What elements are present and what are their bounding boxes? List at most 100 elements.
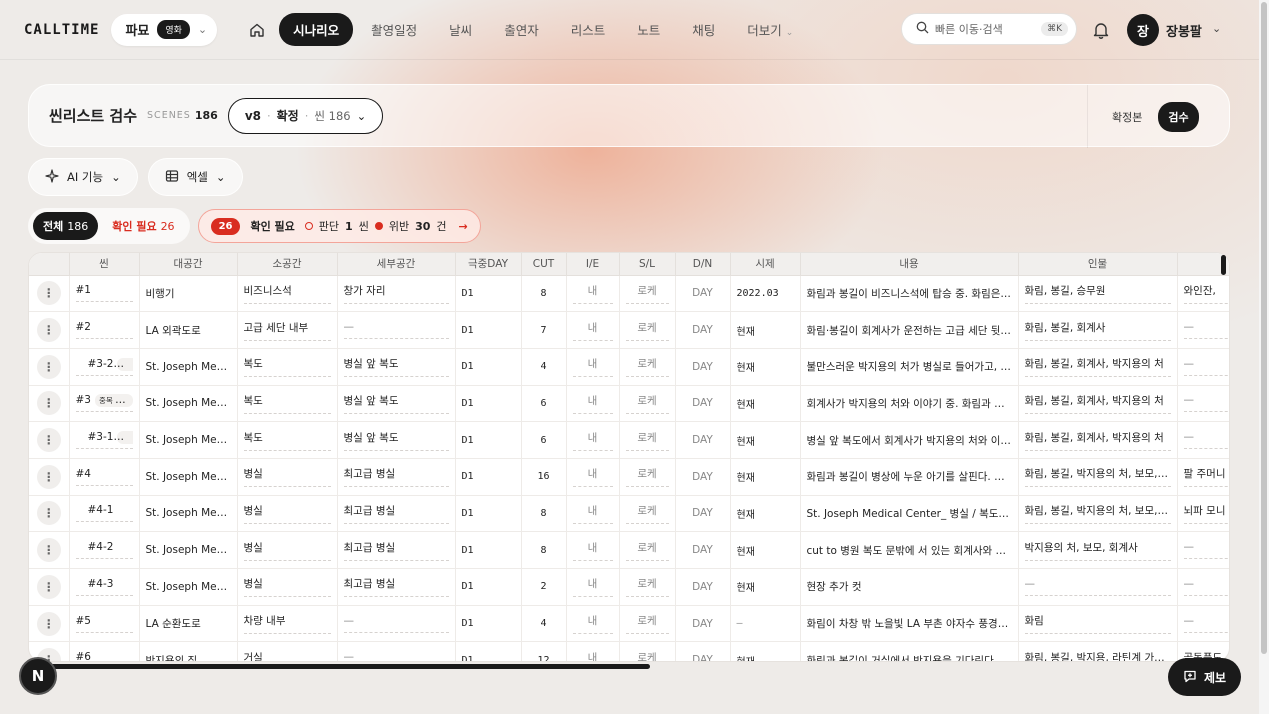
bell-icon[interactable] [1091, 20, 1111, 40]
cell-sl[interactable]: 로케 [619, 421, 676, 459]
cell-tense[interactable]: 현재 [730, 421, 801, 459]
cell-extra[interactable]: — [1177, 348, 1229, 386]
column-header[interactable]: 극중DAY [455, 253, 522, 276]
cell-story-day[interactable]: D1 [455, 348, 522, 386]
more-vertical-icon[interactable]: ⋮ [36, 391, 61, 416]
cell-small-space[interactable]: 차량 내부 [237, 605, 338, 643]
cell-dn[interactable]: DAY [675, 458, 731, 496]
cell-sl[interactable]: 로케 [619, 568, 676, 606]
cell-story-day[interactable]: D1 [455, 311, 522, 349]
cell-small-space[interactable]: 병실 [237, 458, 338, 496]
cell-small-space[interactable]: 복도 [237, 421, 338, 459]
cell-content[interactable]: 화림·봉길이 회계사가 운전하는 고급 세단 뒷… [800, 311, 1019, 349]
cell-ie[interactable]: 내 [566, 311, 620, 349]
cell-ie[interactable]: 내 [566, 421, 620, 459]
cell-dn[interactable]: DAY [675, 385, 731, 423]
cell-sl[interactable]: 로케 [619, 385, 676, 423]
nav-scenario[interactable]: 시나리오 [279, 13, 354, 46]
cell-ie[interactable]: 내 [566, 348, 620, 386]
cell-dn[interactable]: DAY [675, 348, 731, 386]
table-row[interactable]: ⋮ #1 비행기 비즈니스석 창가 자리 D1 8 내 로케 DAY 2022.03 화림과 봉길이 … [29, 275, 1229, 313]
cell-content[interactable]: 화림과 봉길이 거실에서 박지용을 기다린다. … [800, 641, 1019, 661]
cell-big-space[interactable]: St. Joseph Me… [139, 421, 238, 459]
nav-more[interactable]: 더보기 ⌄ [733, 13, 807, 46]
cell-cut[interactable]: 4 [521, 348, 567, 386]
more-vertical-icon[interactable]: ⋮ [36, 611, 61, 636]
cell-sl[interactable]: 로케 [619, 641, 676, 661]
cell-cut[interactable]: 4 [521, 605, 567, 643]
more-vertical-icon[interactable]: ⋮ [36, 354, 61, 379]
cell-people[interactable]: 화림 [1018, 605, 1178, 643]
cell-big-space[interactable]: St. Joseph Me… [139, 458, 238, 496]
more-vertical-icon[interactable]: ⋮ [36, 538, 61, 563]
cell-small-space[interactable]: 복도 [237, 348, 338, 386]
cell-extra[interactable]: — [1177, 568, 1229, 606]
cell-extra[interactable]: — [1177, 531, 1229, 569]
cell-people[interactable]: — [1018, 568, 1178, 606]
column-header[interactable]: 내용 [800, 253, 1019, 276]
column-header[interactable]: I/E [566, 253, 620, 276]
ai-features-button[interactable]: AI 기능 ⌄ [28, 158, 138, 196]
filter-needs-check[interactable]: 확인 필요 26 [102, 212, 184, 240]
column-header[interactable]: 인물 [1018, 253, 1178, 276]
cell-detail-space[interactable]: 병실 앞 복도 [337, 348, 456, 386]
cell-content[interactable]: 화림이 차창 밖 노을빛 LA 부촌 야자수 풍경을… [800, 605, 1019, 643]
cell-small-space[interactable]: 고급 세단 내부 [237, 311, 338, 349]
cell-scene[interactable]: #6 [69, 641, 140, 661]
cell-extra[interactable]: 와인잔, [1177, 275, 1229, 313]
cell-dn[interactable]: DAY [675, 568, 731, 606]
cell-detail-space[interactable]: 최고급 병실 [337, 495, 456, 533]
nav-chat[interactable]: 채팅 [678, 13, 729, 46]
nav-weather[interactable]: 날씨 [435, 13, 486, 46]
cell-tense[interactable]: 현재 [730, 458, 801, 496]
column-header[interactable]: CUT [521, 253, 567, 276]
cell-content[interactable]: 화림과 봉길이 비즈니스석에 탑승 중. 화림은 … [800, 275, 1019, 313]
excel-button[interactable]: 엑셀 ⌄ [147, 158, 243, 196]
table-row[interactable]: ⋮ #3-2중복 St. Joseph Me…복도 병실 앞 복도 D14내 로케 DAY현… [29, 348, 1229, 386]
cell-detail-space[interactable]: 창가 자리 [337, 275, 456, 313]
column-header[interactable]: 세부공간 [337, 253, 456, 276]
table-row[interactable]: ⋮ #5 LA 순환도로 차량 내부 — D1 4 내 로케 DAY — 화림이 차창 밖 노을빛 L… [29, 605, 1229, 643]
cell-content[interactable]: 병실 앞 복도에서 회계사가 박지용의 처와 이… [800, 421, 1019, 459]
cell-detail-space[interactable]: 병실 앞 복도 [337, 421, 456, 459]
cell-tense[interactable]: 현재 [730, 568, 801, 606]
cell-tense[interactable]: — [730, 605, 801, 643]
cell-detail-space[interactable]: 최고급 병실 [337, 568, 456, 606]
cell-scene[interactable]: #4-1 [69, 495, 140, 533]
cell-content[interactable]: 화림과 봉길이 병상에 누운 아기를 살핀다. 봉… [800, 458, 1019, 496]
cell-extra[interactable]: — [1177, 385, 1229, 423]
cell-big-space[interactable]: St. Joseph Me… [139, 495, 238, 533]
cell-big-space[interactable]: 박지용의 집 [139, 641, 238, 661]
cell-small-space[interactable]: 복도 [237, 385, 338, 423]
cell-cut[interactable]: 6 [521, 421, 567, 459]
column-header[interactable]: D/N [675, 253, 731, 276]
cell-cut[interactable]: 12 [521, 641, 567, 661]
cell-extra[interactable]: 팔 주머니 [1177, 458, 1229, 496]
filter-all[interactable]: 전체 186 [33, 212, 99, 240]
cell-story-day[interactable]: D1 [455, 568, 522, 606]
cell-ie[interactable]: 내 [566, 275, 620, 313]
cell-ie[interactable]: 내 [566, 531, 620, 569]
nav-list[interactable]: 리스트 [557, 13, 620, 46]
cell-extra[interactable]: 뇌파 모니 [1177, 495, 1229, 533]
cell-tense[interactable]: 현재 [730, 495, 801, 533]
cell-people[interactable]: 화림, 봉길, 회계사, 박지용의 처 [1018, 348, 1178, 386]
cell-dn[interactable]: DAY [675, 311, 731, 349]
cell-dn[interactable]: DAY [675, 605, 731, 643]
cell-people[interactable]: 화림, 봉길, 박지용의 처, 보모, … [1018, 458, 1178, 496]
version-selector[interactable]: v8 · 확정 · 씬 186 ⌄ [227, 97, 384, 134]
cell-people[interactable]: 화림, 봉길, 박지용의 처, 보모, … [1018, 495, 1178, 533]
cell-tense[interactable]: 현재 [730, 641, 801, 661]
cell-ie[interactable]: 내 [566, 605, 620, 643]
cell-cut[interactable]: 7 [521, 311, 567, 349]
cell-big-space[interactable]: 비행기 [139, 275, 238, 313]
cell-people[interactable]: 화림, 봉길, 회계사, 박지용의 처 [1018, 385, 1178, 423]
cell-tense[interactable]: 현재 [730, 311, 801, 349]
more-vertical-icon[interactable]: ⋮ [36, 318, 61, 343]
cell-people[interactable]: 화림, 봉길, 회계사 [1018, 311, 1178, 349]
report-button[interactable]: 제보 [1168, 658, 1241, 696]
cell-dn[interactable]: DAY [675, 421, 731, 459]
cell-content[interactable]: St. Joseph Medical Center_ 병실 / 복도. … [800, 495, 1019, 533]
table-row[interactable]: ⋮ #3-1중복 St. Joseph Me…복도 병실 앞 복도 D16내 로케 DAY현… [29, 421, 1229, 459]
n-logo-button[interactable]: N [19, 657, 57, 695]
